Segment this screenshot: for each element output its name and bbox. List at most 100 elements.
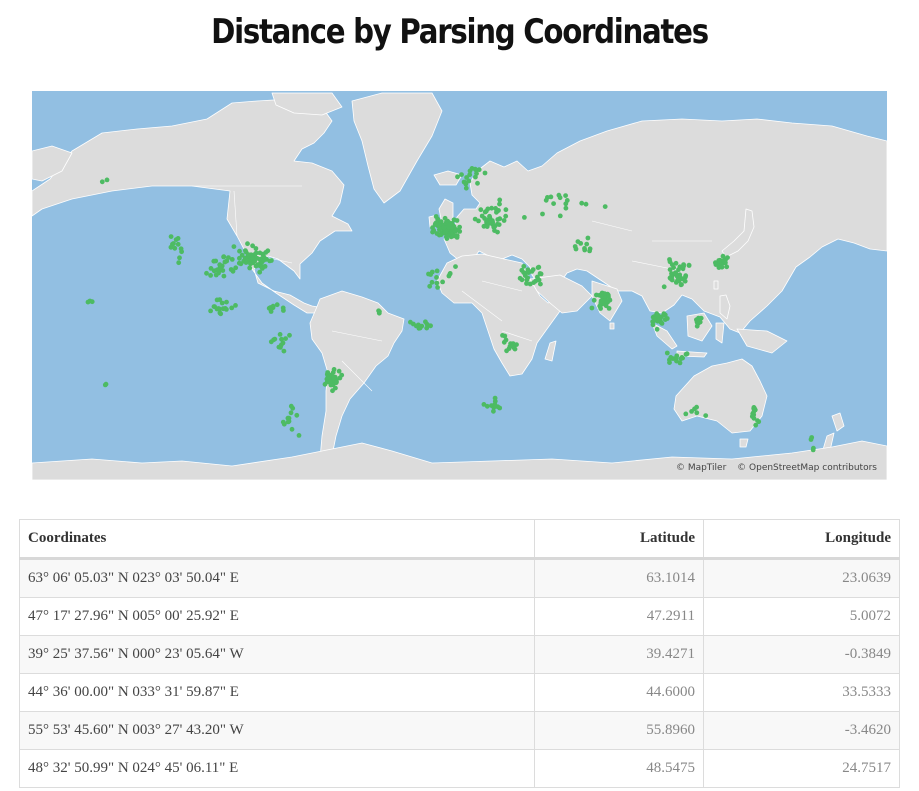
location-point[interactable]	[288, 403, 294, 409]
location-point[interactable]	[288, 410, 294, 416]
location-point[interactable]	[435, 216, 441, 222]
location-point[interactable]	[173, 237, 179, 243]
location-point[interactable]	[274, 302, 280, 308]
location-point[interactable]	[423, 319, 428, 325]
location-point[interactable]	[455, 174, 460, 180]
location-point[interactable]	[521, 263, 527, 269]
location-point[interactable]	[248, 261, 253, 267]
location-point[interactable]	[410, 321, 416, 327]
location-point[interactable]	[489, 205, 494, 211]
location-point[interactable]	[322, 381, 328, 387]
location-point[interactable]	[104, 177, 110, 183]
location-point[interactable]	[377, 309, 382, 314]
location-point[interactable]	[226, 255, 231, 260]
location-point[interactable]	[504, 348, 509, 354]
location-point[interactable]	[176, 260, 182, 266]
location-point[interactable]	[492, 228, 497, 234]
location-point[interactable]	[243, 260, 249, 265]
location-point[interactable]	[446, 273, 452, 279]
location-point[interactable]	[237, 248, 242, 254]
location-point[interactable]	[236, 260, 242, 266]
location-point[interactable]	[454, 218, 460, 223]
location-point[interactable]	[281, 348, 287, 354]
location-point[interactable]	[589, 305, 595, 311]
location-point[interactable]	[262, 264, 268, 269]
location-point[interactable]	[551, 201, 556, 206]
location-point[interactable]	[261, 253, 266, 259]
location-point[interactable]	[214, 297, 220, 303]
location-point[interactable]	[331, 375, 337, 381]
location-point[interactable]	[277, 332, 283, 337]
location-point[interactable]	[475, 180, 480, 186]
location-point[interactable]	[424, 325, 430, 331]
location-point[interactable]	[583, 201, 589, 207]
location-point[interactable]	[208, 273, 214, 278]
location-point[interactable]	[103, 381, 109, 387]
location-point[interactable]	[463, 185, 469, 191]
location-point[interactable]	[178, 246, 184, 252]
location-point[interactable]	[536, 277, 542, 283]
location-point[interactable]	[447, 222, 453, 227]
location-point[interactable]	[694, 404, 699, 410]
location-point[interactable]	[224, 307, 229, 312]
location-point[interactable]	[246, 252, 251, 258]
location-point[interactable]	[443, 229, 449, 235]
location-point[interactable]	[602, 204, 608, 209]
location-point[interactable]	[723, 260, 728, 266]
location-point[interactable]	[650, 322, 656, 328]
location-point[interactable]	[598, 306, 603, 311]
location-point[interactable]	[265, 248, 271, 254]
world-map[interactable]: © MapTiler © OpenStreetMap contributors	[32, 91, 887, 480]
location-point[interactable]	[222, 259, 228, 265]
location-point[interactable]	[230, 268, 236, 274]
location-point[interactable]	[584, 241, 590, 247]
location-point[interactable]	[677, 360, 683, 366]
location-point[interactable]	[753, 422, 759, 428]
location-point[interactable]	[522, 273, 528, 278]
location-point[interactable]	[694, 323, 700, 329]
location-point[interactable]	[221, 254, 227, 260]
table-row[interactable]: 55° 53' 45.60" N 003° 27' 43.20" W 55.89…	[19, 711, 900, 750]
location-point[interactable]	[655, 313, 661, 318]
location-point[interactable]	[563, 205, 569, 211]
location-point[interactable]	[99, 179, 105, 185]
column-header-coordinates[interactable]: Coordinates	[19, 519, 535, 560]
location-point[interactable]	[478, 207, 484, 213]
location-point[interactable]	[427, 283, 433, 289]
location-point[interactable]	[600, 298, 606, 304]
location-point[interactable]	[429, 279, 435, 285]
location-point[interactable]	[599, 292, 604, 297]
location-point[interactable]	[243, 248, 248, 254]
location-point[interactable]	[271, 337, 276, 343]
location-point[interactable]	[339, 372, 345, 378]
location-point[interactable]	[436, 222, 442, 228]
location-point[interactable]	[669, 262, 675, 268]
location-point[interactable]	[678, 275, 683, 281]
location-point[interactable]	[219, 300, 225, 306]
location-point[interactable]	[476, 218, 481, 224]
location-point[interactable]	[452, 228, 458, 234]
location-point[interactable]	[582, 247, 588, 253]
location-point[interactable]	[673, 355, 679, 361]
location-point[interactable]	[296, 433, 302, 438]
location-point[interactable]	[283, 336, 288, 341]
location-point[interactable]	[668, 355, 674, 360]
location-point[interactable]	[484, 403, 490, 409]
location-point[interactable]	[519, 277, 525, 283]
location-point[interactable]	[678, 356, 684, 362]
location-point[interactable]	[430, 229, 435, 235]
location-point[interactable]	[441, 225, 447, 231]
location-point[interactable]	[253, 246, 259, 251]
location-point[interactable]	[683, 351, 689, 357]
location-point[interactable]	[683, 273, 689, 279]
location-point[interactable]	[724, 264, 730, 270]
location-point[interactable]	[662, 312, 668, 318]
location-point[interactable]	[497, 216, 503, 222]
location-point[interactable]	[563, 193, 568, 198]
location-point[interactable]	[294, 412, 300, 418]
location-point[interactable]	[453, 264, 458, 269]
location-point[interactable]	[221, 273, 227, 279]
location-point[interactable]	[673, 270, 678, 276]
location-point[interactable]	[417, 325, 423, 331]
location-point[interactable]	[172, 245, 178, 251]
